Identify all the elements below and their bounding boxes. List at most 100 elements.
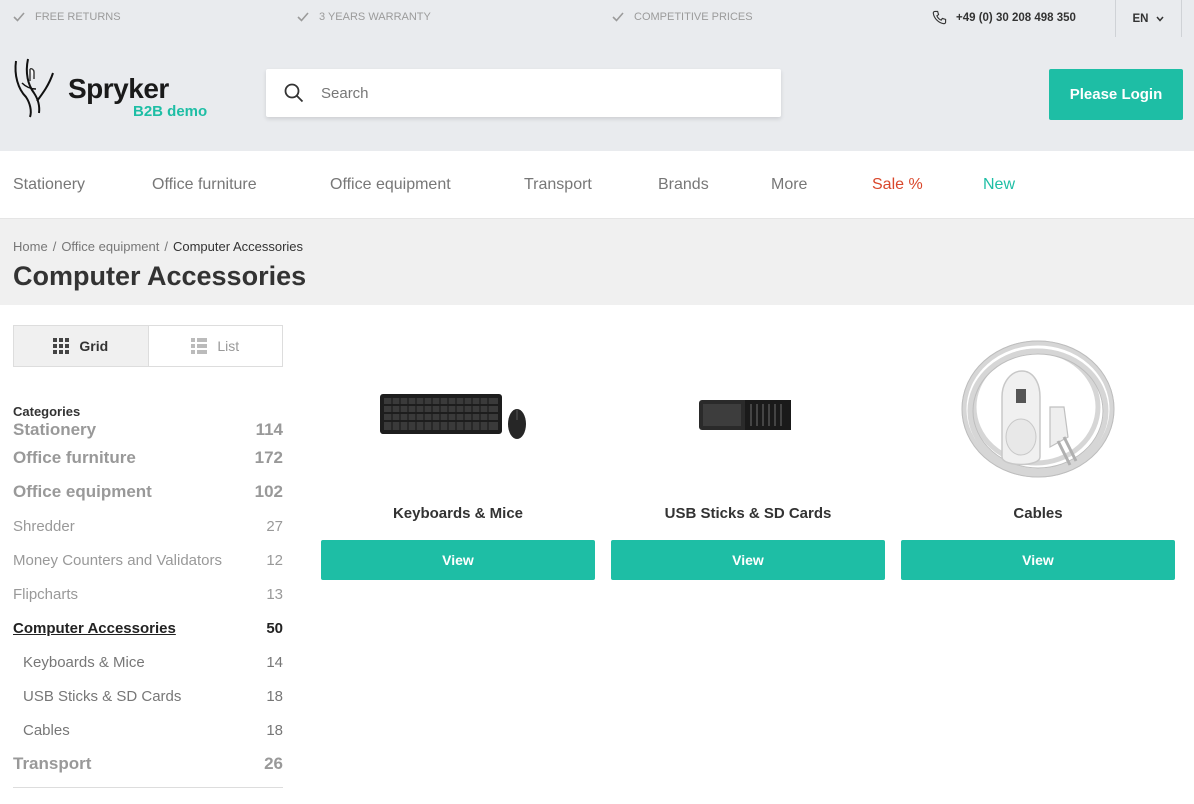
category-name: Office furniture — [13, 448, 136, 467]
check-icon — [297, 12, 309, 22]
category-count: 50 — [266, 619, 283, 637]
product-card: Keyboards & Mice View — [321, 337, 595, 580]
keyboard-mouse-image — [380, 394, 526, 439]
subcategory-item[interactable]: USB Sticks & SD Cards 18 — [13, 679, 283, 713]
category-count: 18 — [266, 721, 283, 739]
view-button[interactable]: View — [901, 540, 1175, 580]
top-bar: Free returns 3 years warranty Competitiv… — [0, 0, 1194, 37]
view-button[interactable]: View — [321, 540, 595, 580]
category-count: 27 — [266, 517, 283, 535]
usp-free-returns: Free returns — [13, 11, 121, 23]
category-item[interactable]: Money Counters and Validators 12 — [13, 543, 283, 577]
list-view-button[interactable]: List — [149, 326, 283, 366]
product-card: USB Sticks & SD Cards View — [611, 337, 885, 580]
usb-stick-image — [699, 400, 791, 430]
subcategory-item[interactable]: Keyboards & Mice 14 — [13, 645, 283, 679]
view-mode-toggle: Grid List — [13, 325, 283, 367]
product-image[interactable] — [321, 337, 595, 487]
list-view-label: List — [217, 338, 240, 354]
subcategory-item[interactable]: Cables 18 — [13, 713, 283, 747]
category-item[interactable]: Flipcharts 13 — [13, 577, 283, 611]
product-image[interactable] — [611, 337, 885, 487]
view-button[interactable]: View — [611, 540, 885, 580]
breadcrumb-current: Computer Accessories — [172, 239, 304, 254]
category-name: Cables — [23, 721, 70, 739]
category-name: Transport — [13, 754, 92, 773]
category-name: Shredder — [13, 517, 75, 535]
product-name[interactable]: Cables — [901, 505, 1175, 522]
list-icon — [191, 338, 208, 354]
usp-label: 3 years warranty — [319, 11, 431, 23]
breadcrumb: Home / Office equipment / Computer Accesso… — [13, 239, 303, 254]
category-count: 26 — [264, 754, 283, 773]
grid-view-label: Grid — [79, 338, 109, 354]
sidebar: Grid List Categories Stationery 114 Offi… — [13, 325, 283, 788]
main-navigation: Stationery Office furniture Office equip… — [0, 151, 1194, 219]
logo-subtitle: B2B demo — [133, 103, 208, 120]
category-count: 12 — [266, 551, 283, 569]
nav-item-more[interactable]: More — [771, 176, 807, 194]
category-item[interactable]: Office equipment 102 — [13, 475, 283, 509]
search-icon — [284, 83, 304, 103]
grid-icon — [53, 338, 70, 354]
page-title: Computer Accessories — [13, 261, 307, 291]
category-count: 102 — [254, 482, 283, 501]
nav-item-sale[interactable]: Sale % — [872, 176, 923, 194]
categories-heading: Categories — [13, 404, 81, 419]
nav-item-office-furniture[interactable]: Office furniture — [152, 176, 257, 194]
language-selector[interactable]: EN — [1115, 0, 1182, 37]
nav-item-office-equipment[interactable]: Office equipment — [330, 176, 451, 194]
login-button[interactable]: Please Login — [1049, 69, 1183, 120]
category-name: Office equipment — [13, 482, 152, 501]
category-name: Flipcharts — [13, 585, 79, 603]
usp-competitive-prices: Competitive prices — [612, 11, 753, 23]
category-item[interactable]: Office furniture 172 — [13, 441, 283, 475]
category-name: Money Counters and Validators — [13, 551, 223, 569]
nav-item-transport[interactable]: Transport — [524, 176, 592, 194]
logo-mark-icon — [14, 58, 54, 118]
category-count: 13 — [266, 585, 283, 603]
product-card: Cables View — [901, 337, 1175, 580]
search-box[interactable] — [266, 69, 781, 117]
category-count: 14 — [266, 653, 283, 671]
breadcrumb-home[interactable]: Home — [13, 239, 48, 254]
sidebar-divider — [13, 787, 283, 788]
nav-item-stationery[interactable]: Stationery — [13, 176, 85, 194]
product-grid: Keyboards & Mice View USB Sticks & SD Ca… — [321, 337, 1175, 580]
language-value: EN — [1132, 12, 1149, 25]
category-item[interactable]: Shredder 27 — [13, 509, 283, 543]
check-icon — [612, 12, 624, 22]
header: Spryker B2B demo Please Login — [0, 37, 1194, 151]
breadcrumb-office-equipment[interactable]: Office equipment — [61, 239, 159, 254]
category-name: USB Sticks & SD Cards — [23, 687, 182, 705]
phone-icon — [932, 10, 947, 25]
category-item-active[interactable]: Computer Accessories 50 — [13, 611, 283, 645]
category-name: Keyboards & Mice — [23, 653, 145, 671]
product-name[interactable]: Keyboards & Mice — [321, 505, 595, 522]
category-count: 172 — [254, 448, 283, 467]
product-name[interactable]: USB Sticks & SD Cards — [611, 505, 885, 522]
breadcrumb-separator: / — [164, 239, 168, 254]
category-name: Stationery — [13, 420, 97, 439]
category-item[interactable]: Stationery 114 — [13, 419, 283, 441]
usp-label: Competitive prices — [634, 11, 753, 23]
category-name: Computer Accessories — [13, 619, 176, 637]
chevron-down-icon — [1156, 16, 1165, 22]
category-item[interactable]: Transport 26 — [13, 747, 283, 781]
breadcrumb-separator: / — [52, 239, 57, 254]
category-count: 18 — [266, 687, 283, 705]
category-count: 114 — [255, 420, 283, 439]
page-header: Home / Office equipment / Computer Accesso… — [0, 219, 1194, 305]
phone-link[interactable]: +49 (0) 30 208 498 350 — [932, 10, 1076, 25]
search-input[interactable] — [321, 84, 741, 102]
cable-image — [961, 340, 1115, 478]
logo-wordmark: Spryker — [68, 73, 169, 104]
spryker-logo[interactable]: Spryker B2B demo — [12, 55, 212, 135]
product-image[interactable] — [901, 337, 1175, 487]
grid-view-button[interactable]: Grid — [14, 326, 149, 366]
usp-warranty: 3 years warranty — [297, 11, 431, 23]
nav-item-brands[interactable]: Brands — [658, 176, 709, 194]
nav-item-new[interactable]: New — [983, 176, 1015, 194]
check-icon — [13, 12, 25, 22]
phone-number: +49 (0) 30 208 498 350 — [956, 11, 1076, 24]
